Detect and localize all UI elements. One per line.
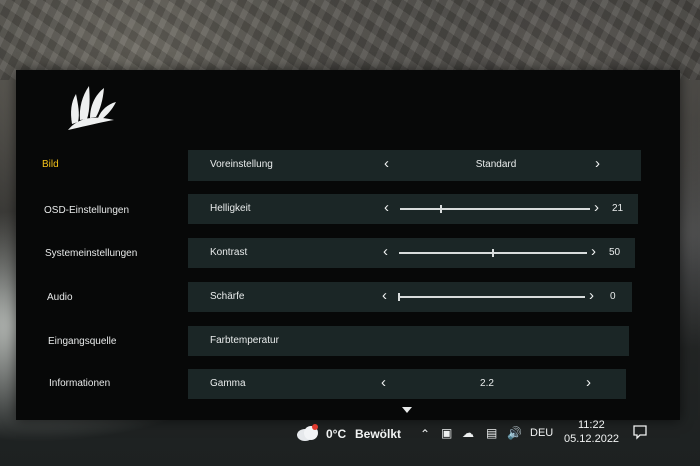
contrast-row[interactable]: Kontrast ‹ › 50 xyxy=(188,238,635,268)
menu-item-audio[interactable]: Audio xyxy=(47,292,73,303)
menu-item-system-settings[interactable]: Systemeinstellungen xyxy=(45,248,137,259)
contrast-increase-button[interactable]: › xyxy=(591,243,596,261)
color-temperature-label: Farbtemperatur xyxy=(210,335,279,346)
menu-item-input-source[interactable]: Eingangsquelle xyxy=(48,336,116,347)
preset-value: Standard xyxy=(475,159,517,170)
corsair-logo-icon xyxy=(68,86,116,130)
sharpness-slider-thumb[interactable] xyxy=(398,293,400,301)
input-language[interactable]: DEU xyxy=(530,427,553,439)
taskbar: 0°C Bewölkt ⌃ ▣ ☁ ▤ 🔊 DEU 11:22 05.12.20… xyxy=(0,419,700,466)
monitor-screen: Bild OSD-Einstellungen Systemeinstellung… xyxy=(0,0,700,466)
gamma-next-button[interactable]: › xyxy=(586,374,591,392)
brightness-label: Helligkeit xyxy=(210,203,251,214)
contrast-slider-thumb[interactable] xyxy=(492,249,494,257)
menu-item-bild[interactable]: Bild xyxy=(42,159,59,170)
preset-prev-button[interactable]: ‹ xyxy=(384,155,389,173)
clock-time[interactable]: 11:22 xyxy=(578,419,605,431)
sharpness-value: 0 xyxy=(610,291,616,302)
cloud-icon[interactable] xyxy=(296,424,320,442)
preset-label: Voreinstellung xyxy=(210,159,273,170)
contrast-label: Kontrast xyxy=(210,247,248,258)
brightness-slider[interactable] xyxy=(400,205,590,213)
weather-condition[interactable]: Bewölkt xyxy=(355,427,401,441)
gamma-label: Gamma xyxy=(210,378,246,389)
contrast-decrease-button[interactable]: ‹ xyxy=(383,243,388,261)
volume-icon[interactable]: 🔊 xyxy=(507,426,522,440)
menu-item-osd-settings[interactable]: OSD-Einstellungen xyxy=(44,205,129,216)
preset-next-button[interactable]: › xyxy=(595,155,600,173)
sharpness-row[interactable]: Schärfe ‹ › 0 xyxy=(188,282,632,312)
sharpness-increase-button[interactable]: › xyxy=(589,287,594,305)
gamma-prev-button[interactable]: ‹ xyxy=(381,374,386,392)
chevron-up-icon[interactable]: ⌃ xyxy=(420,427,430,441)
brightness-decrease-button[interactable]: ‹ xyxy=(384,199,389,217)
onedrive-cloud-icon[interactable]: ☁ xyxy=(462,426,474,440)
network-icon[interactable]: ▤ xyxy=(486,426,497,440)
desktop-wallpaper xyxy=(0,0,700,80)
sharpness-decrease-button[interactable]: ‹ xyxy=(382,287,387,305)
color-temperature-row[interactable]: Farbtemperatur xyxy=(188,326,629,356)
sharpness-label: Schärfe xyxy=(210,291,245,302)
gamma-row[interactable]: Gamma ‹ 2.2 › xyxy=(188,369,626,399)
contrast-value: 50 xyxy=(609,247,621,258)
brightness-row[interactable]: Helligkeit ‹ › 21 xyxy=(188,194,638,224)
brightness-increase-button[interactable]: › xyxy=(594,199,599,217)
menu-item-information[interactable]: Informationen xyxy=(49,378,110,389)
brightness-value: 21 xyxy=(612,203,624,214)
contrast-slider[interactable] xyxy=(399,249,587,257)
brightness-slider-thumb[interactable] xyxy=(440,205,442,213)
preset-row[interactable]: Voreinstellung ‹ Standard › xyxy=(188,150,641,181)
notification-center-icon[interactable] xyxy=(632,424,648,440)
weather-temperature[interactable]: 0°C xyxy=(326,427,346,441)
gamma-value: 2.2 xyxy=(480,378,494,389)
meet-now-icon[interactable]: ▣ xyxy=(441,426,452,440)
sharpness-slider[interactable] xyxy=(398,293,585,301)
clock-date[interactable]: 05.12.2022 xyxy=(564,433,619,445)
scroll-down-indicator-icon[interactable] xyxy=(402,407,412,413)
